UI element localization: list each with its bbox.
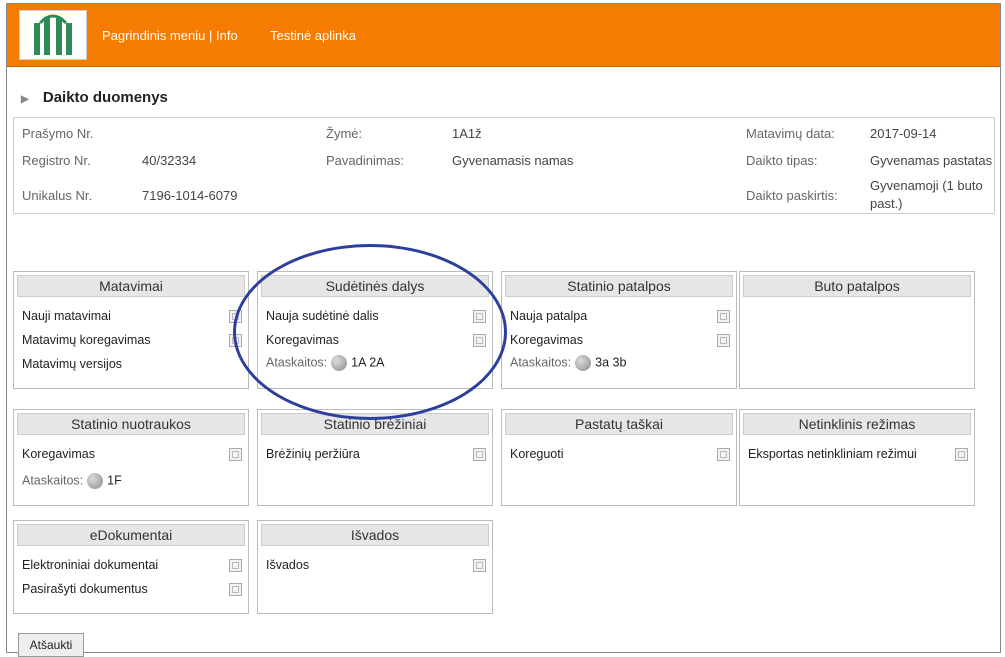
panel-title: Išvados <box>261 524 489 546</box>
edit-icon[interactable] <box>229 583 242 596</box>
panel-statinio-nuotraukos: Statinio nuotraukos Koregavimas Ataskait… <box>13 409 249 506</box>
link-nauji-matavimai[interactable]: Nauji matavimai <box>22 309 111 323</box>
purpose-value-line1: Gyvenamoji (1 buto <box>870 178 983 193</box>
report-disc-icon[interactable] <box>331 355 348 371</box>
type-value: Gyvenamas pastatas <box>870 153 993 168</box>
edit-icon[interactable] <box>717 448 730 461</box>
registry-value: 40/32334 <box>142 153 197 168</box>
section-header: ▶ Daikto duomenys <box>21 89 168 106</box>
link-koreguoti[interactable]: Koreguoti <box>510 447 564 461</box>
panel-title: Statinio brėžiniai <box>261 413 489 435</box>
meas-date-value: 2017-09-14 <box>870 126 937 141</box>
report-disc-icon[interactable] <box>87 473 104 489</box>
object-details: Prašymo Nr. Registro Nr. 40/32334 Unikal… <box>13 117 995 214</box>
edit-icon[interactable] <box>473 310 486 323</box>
panel-statinio-breziniai: Statinio brėžiniai Brėžinių peržiūra <box>257 409 493 506</box>
reports-label: Ataskaitos: <box>266 355 328 370</box>
cancel-button[interactable]: Atšaukti <box>18 633 84 657</box>
reports-label: Ataskaitos: <box>510 355 572 370</box>
reports-row: Ataskaitos: 1F <box>22 473 122 489</box>
meas-date-label: Matavimų data: <box>746 126 835 141</box>
panel-pastatu-taskai: Pastatų taškai Koreguoti <box>501 409 737 506</box>
unique-value: 7196-1014-6079 <box>142 188 238 203</box>
reports-codes[interactable]: 3a 3b <box>595 355 626 369</box>
panel-sudetines-dalys: Sudėtinės dalys Nauja sudėtinė dalis Kor… <box>257 271 493 389</box>
link-elektroniniai-dokumentai[interactable]: Elektroniniai dokumentai <box>22 558 158 572</box>
panel-isvados: Išvados Išvados <box>257 520 493 614</box>
nav-env[interactable]: Testinė aplinka <box>270 28 356 43</box>
panel-title: Buto patalpos <box>743 275 971 297</box>
triangle-right-icon: ▶ <box>21 94 29 105</box>
edit-icon[interactable] <box>473 559 486 572</box>
nav-main-menu[interactable]: Pagrindinis meniu <box>102 28 205 43</box>
reports-row: Ataskaitos: 1A 2A <box>266 355 385 371</box>
panel-title: eDokumentai <box>17 524 245 546</box>
panel-netinklinis-rezimas: Netinklinis režimas Eksportas netinklini… <box>739 409 975 506</box>
edit-icon[interactable] <box>473 334 486 347</box>
panel-buto-patalpos: Buto patalpos <box>739 271 975 389</box>
edit-icon[interactable] <box>717 334 730 347</box>
purpose-value-line2: past.) <box>870 196 903 211</box>
nav-info[interactable]: Info <box>216 28 238 43</box>
nav-separator: | <box>208 28 213 43</box>
edit-icon[interactable] <box>955 448 968 461</box>
edit-icon[interactable] <box>473 448 486 461</box>
link-koregavimas[interactable]: Koregavimas <box>22 447 95 461</box>
panel-title: Matavimai <box>17 275 245 297</box>
link-matavimu-koregavimas[interactable]: Matavimų koregavimas <box>22 333 151 347</box>
panel-title: Sudėtinės dalys <box>261 275 489 297</box>
reports-label: Ataskaitos: <box>22 473 84 488</box>
edit-icon[interactable] <box>717 310 730 323</box>
panel-matavimai: Matavimai Nauji matavimai Matavimų koreg… <box>13 271 249 389</box>
panel-title: Pastatų taškai <box>505 413 733 435</box>
link-nauja-sudetine-dalis[interactable]: Nauja sudėtinė dalis <box>266 309 379 323</box>
building-logo-icon[interactable] <box>19 10 87 60</box>
registry-label: Registro Nr. <box>22 153 91 168</box>
link-matavimu-versijos[interactable]: Matavimų versijos <box>22 357 122 371</box>
panel-title: Netinklinis režimas <box>743 413 971 435</box>
request-no-label: Prašymo Nr. <box>22 126 94 141</box>
app-window: Pagrindinis meniu | Info Testinė aplinka… <box>6 3 1001 653</box>
panel-edokumentai: eDokumentai Elektroniniai dokumentai Pas… <box>13 520 249 614</box>
link-isvados[interactable]: Išvados <box>266 558 309 572</box>
report-disc-icon[interactable] <box>575 355 592 371</box>
panel-title: Statinio patalpos <box>505 275 733 297</box>
reports-codes[interactable]: 1A 2A <box>351 355 384 369</box>
edit-icon[interactable] <box>229 310 242 323</box>
mark-value: 1A1ž <box>452 126 482 141</box>
top-nav: Pagrindinis meniu | Info <box>102 28 238 43</box>
link-pasirasyti-dokumentus[interactable]: Pasirašyti dokumentus <box>22 582 148 596</box>
name-value: Gyvenamasis namas <box>452 153 574 168</box>
top-bar: Pagrindinis meniu | Info Testinė aplinka <box>7 4 1000 67</box>
panel-title: Statinio nuotraukos <box>17 413 245 435</box>
link-koregavimas[interactable]: Koregavimas <box>266 333 339 347</box>
mark-label: Žymė: <box>326 126 363 141</box>
unique-label: Unikalus Nr. <box>22 188 93 203</box>
type-label: Daikto tipas: <box>746 153 818 168</box>
page-title: Daikto duomenys <box>42 89 168 106</box>
link-nauja-patalpa[interactable]: Nauja patalpa <box>510 309 587 323</box>
link-breziniu-perziura[interactable]: Brėžinių peržiūra <box>266 447 360 461</box>
name-label: Pavadinimas: <box>326 153 405 168</box>
edit-icon[interactable] <box>229 559 242 572</box>
link-eksportas[interactable]: Eksportas netinkliniam režimui <box>748 447 917 461</box>
purpose-label: Daikto paskirtis: <box>746 188 838 203</box>
panel-statinio-patalpos: Statinio patalpos Nauja patalpa Koregavi… <box>501 271 737 389</box>
reports-row: Ataskaitos: 3a 3b <box>510 355 626 371</box>
edit-icon[interactable] <box>229 448 242 461</box>
link-koregavimas[interactable]: Koregavimas <box>510 333 583 347</box>
reports-codes[interactable]: 1F <box>107 473 122 487</box>
edit-icon[interactable] <box>229 334 242 347</box>
